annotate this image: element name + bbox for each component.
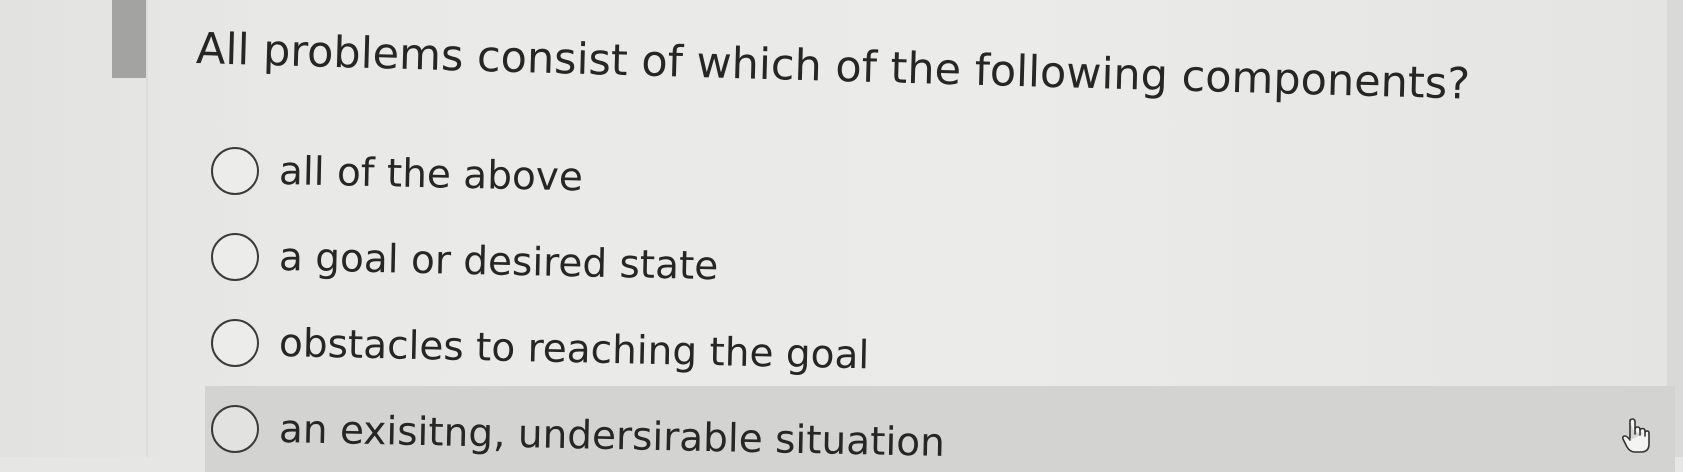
option-label: all of the above — [278, 148, 584, 200]
answer-options: all of the above a goal or desired state… — [205, 128, 1675, 472]
hand-pointer-icon — [1621, 418, 1650, 453]
option-existing-undesirable-situation[interactable]: an exisitng, undersirable situation — [205, 386, 1675, 472]
radio-button[interactable] — [211, 405, 259, 453]
left-divider — [146, 0, 148, 457]
radio-button[interactable] — [211, 233, 259, 281]
option-all-of-the-above[interactable]: all of the above — [205, 128, 1675, 214]
radio-button[interactable] — [211, 319, 259, 367]
option-goal-or-desired-state[interactable]: a goal or desired state — [205, 214, 1675, 300]
option-label: a goal or desired state — [278, 234, 719, 289]
radio-button[interactable] — [211, 147, 259, 195]
option-obstacles-to-goal[interactable]: obstacles to reaching the goal — [205, 300, 1675, 386]
question-marker-bar — [112, 0, 146, 78]
option-label: obstacles to reaching the goal — [278, 320, 870, 378]
